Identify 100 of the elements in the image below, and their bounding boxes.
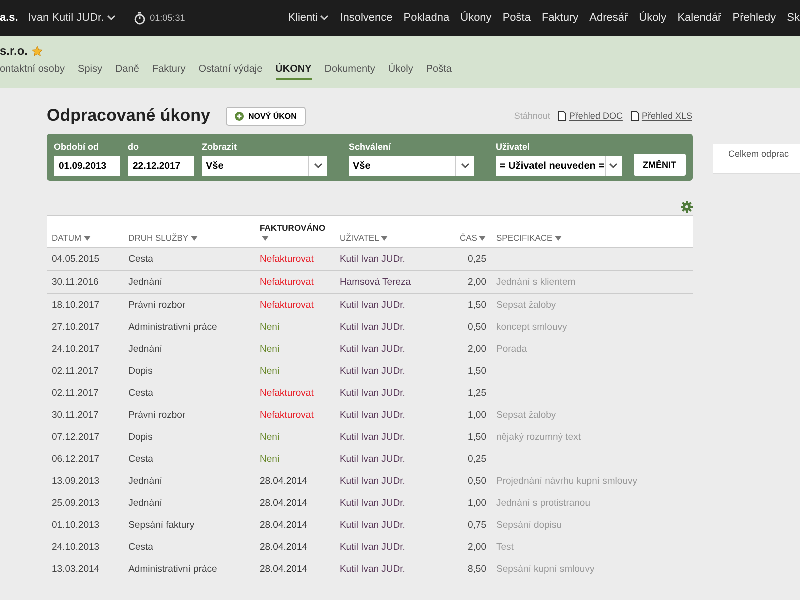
stopwatch-icon[interactable] bbox=[134, 12, 146, 24]
client-tab[interactable]: Pošta bbox=[426, 64, 452, 80]
nav-link[interactable]: Pokladna bbox=[404, 12, 450, 24]
time-cell-text: 0,50 bbox=[466, 320, 488, 334]
user-menu[interactable]: Ivan Kutil JUDr. bbox=[28, 12, 116, 24]
nav-link[interactable]: Sk bbox=[787, 12, 800, 24]
billing-status-cell-text: Není bbox=[258, 364, 282, 378]
date-field[interactable]: 01.09.2013 bbox=[54, 156, 120, 176]
client-tab[interactable]: ÚKONY bbox=[276, 64, 312, 80]
new-task-button[interactable]: NOVÝ ÚKON bbox=[226, 106, 306, 126]
nav-link[interactable]: Úkoly bbox=[639, 12, 667, 24]
service-cell-text: Dopis bbox=[128, 364, 154, 378]
sort-icon[interactable] bbox=[84, 236, 91, 241]
sort-icon[interactable] bbox=[190, 236, 198, 241]
time-cell-text: 0,50 bbox=[466, 474, 488, 488]
user-cell-text: Kutil Ivan JUDr. bbox=[338, 430, 406, 444]
nav-link[interactable]: Kalendář bbox=[678, 12, 722, 24]
billing-status-cell-text: 28.04.2014 bbox=[258, 474, 309, 488]
nav-link[interactable]: Pošta bbox=[502, 12, 531, 24]
time-cell-text: 1,00 bbox=[466, 496, 488, 510]
specification-cell-text: Projednání návrhu kupní smlouvy bbox=[495, 474, 638, 488]
user-cell-text: Kutil Ivan JUDr. bbox=[338, 562, 406, 576]
client-tab[interactable]: Ostatní výdaje bbox=[198, 64, 263, 80]
time-cell-text: 2,00 bbox=[466, 342, 488, 356]
time-cell: 2,00 bbox=[442, 270, 492, 294]
column-header[interactable]: ČAS bbox=[442, 216, 492, 248]
specification-cell-text: Sepsat žaloby bbox=[495, 408, 558, 422]
date-cell-text: 06.12.2017 bbox=[51, 452, 101, 466]
billing-status-cell-text: 28.04.2014 bbox=[258, 518, 309, 532]
user-cell-text: Kutil Ivan JUDr. bbox=[338, 386, 406, 400]
user-cell: Hamsová Tereza bbox=[334, 270, 443, 294]
chevron-down-icon bbox=[314, 163, 322, 169]
select-field[interactable]: Vše bbox=[202, 156, 327, 176]
billing-status-cell-text: Nefakturovat bbox=[258, 386, 315, 400]
client-tab[interactable]: Faktury bbox=[152, 64, 186, 80]
specification-cell-text: Test bbox=[495, 540, 515, 554]
service-cell-text: Jednání bbox=[128, 342, 164, 356]
sort-icon[interactable] bbox=[554, 236, 562, 241]
sort-icon[interactable] bbox=[381, 236, 388, 241]
column-header[interactable]: DRUH SLUŽBY bbox=[124, 216, 255, 248]
client-tab[interactable]: Úkoly bbox=[388, 64, 414, 80]
date-cell: 30.11.2016 bbox=[47, 270, 124, 294]
filter-label: Schválení bbox=[349, 142, 392, 152]
sort-icon[interactable] bbox=[479, 236, 486, 241]
client-tab[interactable]: Spisy bbox=[78, 64, 102, 80]
time-cell-text: 2,00 bbox=[466, 540, 488, 554]
apply-button[interactable]: ZMĚNIT bbox=[634, 154, 686, 176]
download-link[interactable]: Přehled DOC bbox=[558, 111, 623, 121]
service-cell-text: Právní rozbor bbox=[128, 408, 187, 422]
client-tab[interactable]: ontaktní osoby bbox=[0, 64, 66, 80]
client-tab[interactable]: Dokumenty bbox=[324, 64, 376, 80]
time-cell-text: 0,25 bbox=[466, 452, 488, 466]
client-tab[interactable]: Daně bbox=[116, 64, 140, 80]
user-cell: Kutil Ivan JUDr. bbox=[334, 294, 443, 316]
nav-link[interactable]: Klienti bbox=[288, 12, 330, 24]
select-field[interactable]: Vše bbox=[349, 156, 474, 176]
download-link[interactable]: Přehled XLS bbox=[630, 111, 692, 121]
date-cell-text: 02.11.2017 bbox=[51, 364, 100, 378]
service-cell-text: Cesta bbox=[128, 540, 154, 554]
user-cell-text: Kutil Ivan JUDr. bbox=[338, 496, 406, 510]
chevron-down-icon bbox=[609, 163, 618, 169]
billing-status-cell-text: 28.04.2014 bbox=[258, 496, 309, 510]
settings-icon[interactable] bbox=[680, 201, 692, 213]
specification-cell-text: Sepsání dopisu bbox=[495, 518, 563, 532]
nav-link[interactable]: Insolvence bbox=[340, 12, 393, 24]
document-icon bbox=[630, 111, 639, 121]
service-cell-text: Sepsání faktury bbox=[128, 518, 196, 532]
date-field[interactable]: 22.12.2017 bbox=[128, 156, 194, 176]
user-cell-text: Kutil Ivan JUDr. bbox=[338, 518, 406, 532]
time-cell: 0,25 bbox=[442, 248, 492, 270]
user-cell-text: Kutil Ivan JUDr. bbox=[338, 320, 406, 334]
select-field[interactable]: = Uživatel neuveden = bbox=[496, 156, 622, 176]
service-cell-text: Administrativní práce bbox=[128, 320, 218, 334]
nav-link[interactable]: Faktury bbox=[542, 12, 579, 24]
page-title: Odpracované úkony bbox=[47, 106, 210, 126]
date-cell: 18.10.2017 bbox=[47, 294, 124, 316]
billing-status-cell-text: Není bbox=[258, 342, 282, 356]
billing-status-cell: Nefakturovat bbox=[254, 294, 335, 316]
filter-label: Období od bbox=[54, 142, 100, 152]
client-name: s.r.o. bbox=[0, 44, 28, 58]
sort-icon[interactable] bbox=[262, 236, 269, 241]
service-cell-text: Jednání bbox=[128, 474, 164, 488]
download-label: Stáhnout bbox=[514, 111, 550, 121]
summary-card: Celkem odprac bbox=[712, 144, 800, 174]
column-header[interactable]: DATUM bbox=[47, 216, 124, 248]
specification-cell-text: Jednání s protistranou bbox=[495, 496, 592, 510]
chevron-down-icon bbox=[107, 15, 116, 21]
date-cell-text: 01.10.2013 bbox=[51, 518, 101, 532]
specification-cell: Jednání s klientem bbox=[491, 270, 692, 294]
nav-link[interactable]: Přehledy bbox=[732, 12, 776, 24]
nav-link[interactable]: Úkony bbox=[460, 12, 492, 24]
column-header[interactable]: FAKTUROVÁNO bbox=[254, 216, 335, 248]
user-cell-text: Kutil Ivan JUDr. bbox=[338, 364, 406, 378]
column-header[interactable]: SPECIFIKACE bbox=[491, 216, 692, 248]
nav-link[interactable]: Adresář bbox=[590, 12, 628, 24]
billing-status-cell-text: 28.04.2014 bbox=[258, 562, 309, 576]
column-header[interactable]: UŽIVATEL bbox=[334, 216, 443, 248]
time-cell-text: 1,00 bbox=[466, 408, 488, 422]
service-cell-text: Cesta bbox=[128, 452, 154, 466]
star-icon[interactable] bbox=[32, 46, 44, 56]
